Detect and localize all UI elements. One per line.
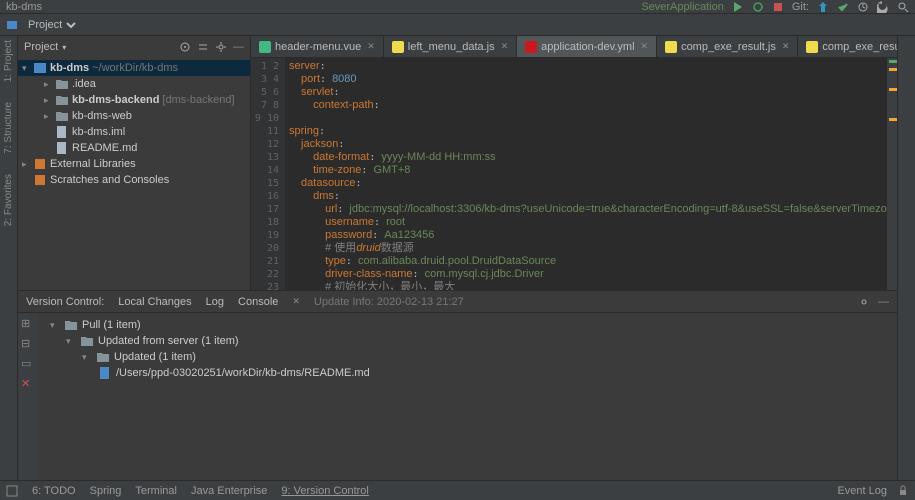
project-pane-title: Project	[24, 41, 58, 53]
close-panel-icon[interactable]: ✕	[21, 377, 35, 391]
status-tool-btn[interactable]: Terminal	[135, 485, 177, 497]
vc-tab-log[interactable]: Log	[206, 296, 224, 308]
file-icon	[55, 141, 69, 155]
close-tab-icon[interactable]: ✕	[641, 41, 649, 52]
tree-node[interactable]: Scratches and Consoles	[18, 172, 250, 188]
tool-window-icon[interactable]	[6, 485, 18, 497]
vcs-commit-icon[interactable]	[837, 1, 849, 13]
status-bar: 6: TODO Spring Terminal Java Enterprise 9: V…	[0, 480, 915, 500]
project-icon	[6, 19, 18, 31]
editor-tab[interactable]: left_menu_data.js✕	[384, 36, 517, 57]
tool-project[interactable]: 1: Project	[3, 40, 14, 82]
editor-tabs: header-menu.vue✕left_menu_data.js✕applic…	[251, 36, 897, 58]
lock-icon[interactable]	[897, 485, 909, 497]
bottom-panel: Version Control: Local Changes Log Conso…	[18, 290, 897, 480]
editor-tab[interactable]: header-menu.vue✕	[251, 36, 384, 57]
vc-update-info[interactable]: Update Info: 2020-02-13 21:27	[314, 296, 464, 308]
expand-all-icon[interactable]: ⊞	[21, 317, 35, 331]
folder-icon	[55, 109, 69, 123]
editor-tab[interactable]: comp_exe_result_catalog.js✕	[798, 36, 897, 57]
lib-icon	[33, 173, 47, 187]
vc-tree-node[interactable]: ▾Updated (1 item)	[42, 349, 893, 365]
collapse-icon[interactable]	[197, 41, 209, 53]
hide-icon[interactable]: —	[233, 41, 244, 53]
editor-pane: header-menu.vue✕left_menu_data.js✕applic…	[251, 36, 897, 290]
right-tool-strip	[897, 36, 915, 480]
vc-tree-node[interactable]: ▾Updated from server (1 item)	[42, 333, 893, 349]
tree-node[interactable]: ▸External Libraries	[18, 156, 250, 172]
play-icon[interactable]	[732, 1, 744, 13]
folder-icon	[80, 334, 94, 348]
tree-node[interactable]: ▸.idea	[18, 76, 250, 92]
tool-structure[interactable]: 7: Structure	[3, 102, 14, 154]
gear-icon[interactable]	[215, 41, 227, 53]
vc-tree-node[interactable]: ▾Pull (1 item)	[42, 317, 893, 333]
left-tool-strip: 1: Project 7: Structure 2: Favorites	[0, 36, 18, 480]
file-icon	[55, 125, 69, 139]
panel-gear-icon[interactable]	[858, 296, 870, 308]
tree-node[interactable]: README.md	[18, 140, 250, 156]
breadcrumb-toolbar: Project	[0, 14, 915, 36]
search-icon[interactable]	[897, 1, 909, 13]
error-stripe[interactable]	[887, 58, 897, 290]
tree-root[interactable]: ▾ kb-dms ~/workDir/kb-dms	[18, 60, 250, 76]
project-view-select[interactable]: Project	[24, 18, 79, 32]
close-tab-icon[interactable]: ✕	[501, 41, 509, 52]
folder-icon	[55, 93, 69, 107]
status-tool-btn[interactable]: Java Enterprise	[191, 485, 267, 497]
tree-node[interactable]: kb-dms.iml	[18, 124, 250, 140]
vc-tab-local[interactable]: Local Changes	[118, 296, 191, 308]
close-tab-icon[interactable]: ✕	[367, 41, 375, 52]
lib-icon	[33, 157, 47, 171]
project-tree[interactable]: ▾ kb-dms ~/workDir/kb-dms ▸.idea▸kb-dms-…	[18, 58, 250, 290]
folder-icon	[96, 350, 110, 364]
group-icon[interactable]: ▭	[21, 357, 35, 371]
gutter: 1 2 3 4 5 6 7 8 9 10 11 12 13 14 15 16 1…	[251, 58, 285, 290]
project-pane: Project ▾ — ▾ kb-dms ~/workDir/kb-dms	[18, 36, 251, 290]
tree-node[interactable]: ▸kb-dms-web	[18, 108, 250, 124]
locate-icon[interactable]	[179, 41, 191, 53]
vc-tree-node[interactable]: /Users/ppd-03020251/workDir/kb-dms/READM…	[42, 365, 893, 381]
status-tool-btn[interactable]: 6: TODO	[32, 485, 76, 497]
debug-icon[interactable]	[752, 1, 764, 13]
window-title: kb-dms	[6, 1, 42, 13]
vc-side-toolbar: ⊞ ⊟ ▭ ✕	[18, 313, 38, 480]
module-icon	[33, 61, 47, 75]
collapse-all-icon[interactable]: ⊟	[21, 337, 35, 351]
file-icon	[98, 366, 112, 380]
tool-favorites[interactable]: 2: Favorites	[3, 174, 14, 226]
status-tool-btn[interactable]: 9: Version Control	[281, 485, 368, 497]
history-icon[interactable]	[857, 1, 869, 13]
editor-tab[interactable]: application-dev.yml✕	[517, 36, 657, 57]
vc-tab-console[interactable]: Console	[238, 296, 278, 308]
code-area[interactable]: server: port: 8080 servlet: context-path…	[285, 58, 887, 290]
vcs-update-icon[interactable]	[817, 1, 829, 13]
run-config-label[interactable]: SeverApplication	[641, 1, 724, 13]
folder-icon	[55, 77, 69, 91]
vc-tab-main: Version Control:	[26, 296, 104, 308]
revert-icon[interactable]	[877, 1, 889, 13]
folder-icon	[64, 318, 78, 332]
editor-tab[interactable]: comp_exe_result.js✕	[657, 36, 798, 57]
git-label: Git:	[792, 1, 809, 13]
close-tab-icon[interactable]: ✕	[782, 41, 790, 52]
console-close-icon[interactable]: ✕	[292, 296, 300, 307]
vc-tree[interactable]: ▾Pull (1 item)▾Updated from server (1 it…	[38, 313, 897, 480]
stop-icon[interactable]	[772, 1, 784, 13]
panel-hide-icon[interactable]: —	[878, 296, 889, 308]
titlebar: kb-dms SeverApplication Git:	[0, 0, 915, 14]
tree-node[interactable]: ▸kb-dms-backend [dms-backend]	[18, 92, 250, 108]
status-tool-btn[interactable]: Spring	[90, 485, 122, 497]
event-log[interactable]: Event Log	[837, 485, 887, 497]
